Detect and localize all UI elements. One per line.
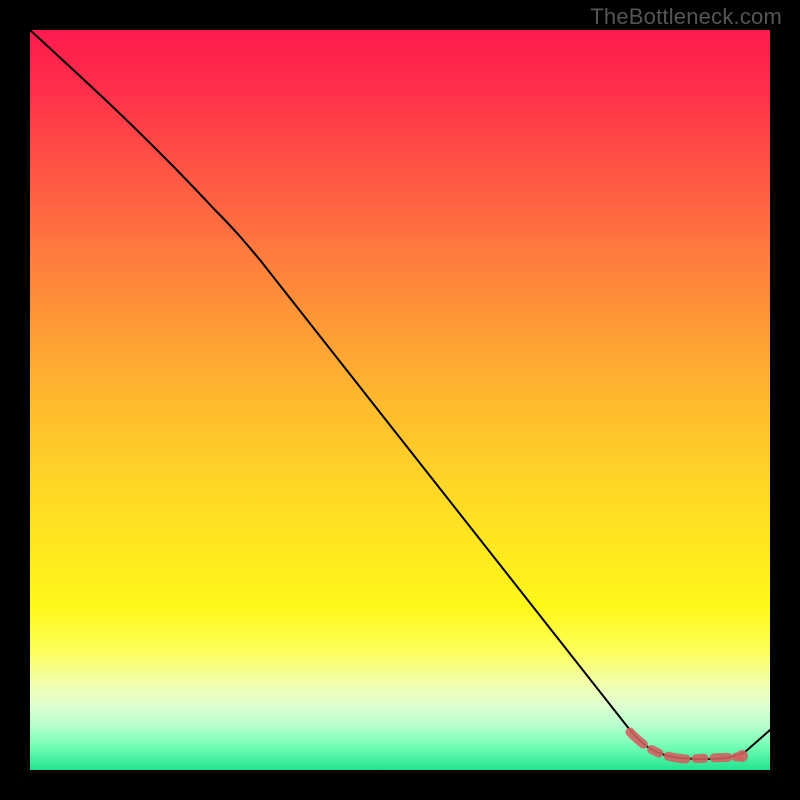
optimal-point-marker [736,750,748,762]
chart-svg [30,30,770,770]
bottleneck-curve [30,30,770,759]
chart-frame: TheBottleneck.com [0,0,800,800]
optimal-region-line [630,732,738,759]
watermark-text: TheBottleneck.com [590,4,782,30]
plot-area [30,30,770,770]
